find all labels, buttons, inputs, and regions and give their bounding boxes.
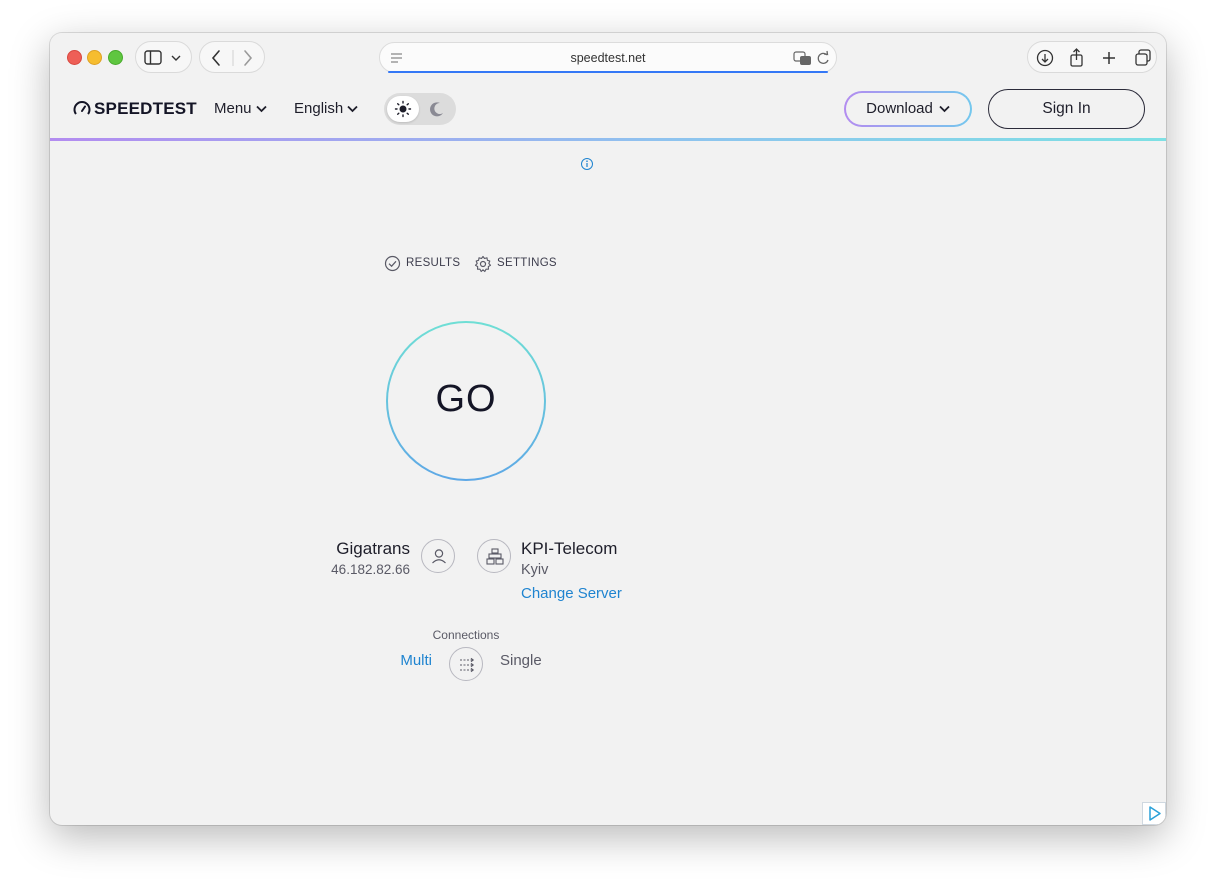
history-navigation — [199, 41, 265, 73]
ad-info-icon[interactable] — [580, 157, 594, 171]
theme-toggle[interactable] — [384, 93, 456, 125]
chevron-down-icon — [255, 105, 267, 113]
change-server-link[interactable]: Change Server — [521, 585, 622, 602]
logo-text: SPEEDTEST — [94, 99, 197, 118]
forward-icon — [244, 50, 253, 66]
connections-label: Connections — [432, 628, 500, 642]
server-name: KPI-Telecom — [521, 539, 618, 558]
connections-single-option[interactable]: Single — [500, 652, 542, 669]
sidebar-toggle-button[interactable] — [135, 41, 192, 73]
results-label: RESULTS — [406, 257, 461, 269]
tab-overview-icon — [1135, 49, 1151, 66]
new-tab-icon — [1103, 52, 1115, 64]
server-badge — [477, 539, 511, 573]
sun-icon — [394, 100, 412, 118]
download-label: Download — [866, 100, 933, 117]
connections-multi-option[interactable]: Multi — [400, 652, 432, 669]
share-icon — [1070, 48, 1083, 67]
close-window-button[interactable] — [67, 50, 82, 65]
multi-connection-icon — [460, 657, 475, 673]
zoom-window-button[interactable] — [108, 50, 123, 65]
language-dropdown[interactable]: English — [294, 100, 358, 117]
download-app-button[interactable]: Download — [844, 91, 972, 127]
go-label: GO — [435, 378, 497, 420]
address-bar[interactable]: speedtest.net — [379, 42, 837, 73]
browser-window: speedtest.net SPEEDTEST Menu English Dow… — [50, 33, 1166, 825]
chevron-down-icon — [939, 105, 950, 113]
check-circle-icon — [384, 255, 401, 272]
adchoices-icon[interactable] — [1142, 802, 1166, 825]
menu-dropdown[interactable]: Menu — [214, 100, 267, 117]
back-icon — [211, 50, 220, 66]
provider-ip: 46.182.82.66 — [331, 562, 410, 577]
server-icon — [486, 548, 504, 565]
reload-icon[interactable] — [814, 43, 832, 74]
menu-label: Menu — [214, 100, 252, 117]
light-mode-option[interactable] — [387, 96, 419, 122]
chevron-down-icon — [347, 105, 358, 113]
page-load-progress — [388, 71, 828, 73]
site-header: SPEEDTEST Menu English Download Sign In — [50, 81, 1166, 138]
browser-toolbar: speedtest.net — [50, 33, 1166, 81]
moon-icon[interactable] — [427, 99, 447, 119]
url-text: speedtest.net — [570, 51, 646, 65]
toolbar-actions — [1027, 41, 1157, 73]
user-icon — [432, 549, 446, 564]
minimize-window-button[interactable] — [87, 50, 102, 65]
connections-toggle[interactable] — [449, 647, 483, 681]
speedometer-icon — [73, 101, 91, 115]
provider-name: Gigatrans — [336, 539, 410, 558]
settings-label: SETTINGS — [497, 257, 557, 269]
downloads-icon — [1036, 49, 1054, 67]
header-gradient-divider — [50, 138, 1166, 141]
translate-icon[interactable] — [792, 43, 814, 74]
sign-in-button[interactable]: Sign In — [988, 89, 1145, 129]
go-button[interactable]: GO — [386, 321, 546, 481]
language-label: English — [294, 100, 344, 117]
gear-icon — [474, 255, 492, 273]
server-location: Kyiv — [521, 562, 549, 578]
sidebar-icon — [144, 50, 181, 65]
provider-badge — [421, 539, 455, 573]
